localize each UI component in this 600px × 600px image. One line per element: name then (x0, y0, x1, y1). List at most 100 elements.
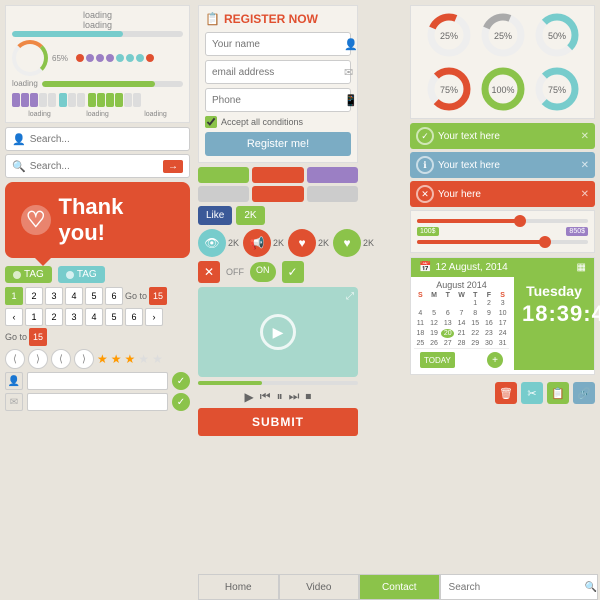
tag-2-wrap[interactable]: TAG (58, 266, 105, 283)
accept-checkbox[interactable] (205, 116, 217, 128)
page2-1[interactable]: 1 (25, 308, 43, 326)
star-4[interactable]: ★ (138, 352, 149, 366)
email-field[interactable]: ✉ (205, 60, 351, 84)
expand-icon[interactable]: ⤢ (346, 291, 354, 302)
delete-icon[interactable]: 🗑 (495, 382, 517, 404)
cal-day-7[interactable]: 7 (455, 309, 468, 318)
cal-day-3[interactable]: 3 (496, 299, 509, 308)
page-5[interactable]: 5 (85, 287, 103, 305)
check-2[interactable]: ✓ (172, 393, 190, 411)
name-input[interactable] (212, 39, 344, 50)
cut-icon[interactable]: ✂ (521, 382, 543, 404)
page2-3[interactable]: 3 (65, 308, 83, 326)
cal-day-24[interactable]: 24 (496, 329, 509, 338)
cal-day-5[interactable]: 5 (428, 309, 441, 318)
cal-day-19[interactable]: 19 (428, 329, 441, 338)
search-box-2[interactable]: 🔍 → (5, 154, 190, 178)
cal-day-16[interactable]: 16 (483, 319, 496, 328)
page2-4[interactable]: 4 (85, 308, 103, 326)
cal-day-22[interactable]: 22 (469, 329, 482, 338)
cal-day-26[interactable]: 26 (428, 339, 441, 348)
prev-btn[interactable]: ‹ (5, 308, 23, 326)
star-1[interactable]: ★ (97, 352, 108, 366)
submit-button[interactable]: SUBMIT (198, 408, 358, 436)
stop-ctrl[interactable]: ⏹ (305, 389, 311, 404)
email-input[interactable] (212, 67, 344, 78)
cal-day-6[interactable]: 6 (441, 309, 454, 318)
register-button[interactable]: Register me! (205, 132, 351, 156)
search-arrow-btn[interactable]: → (163, 160, 183, 173)
page-4[interactable]: 4 (65, 287, 83, 305)
cal-day-29[interactable]: 29 (469, 339, 482, 348)
check-button[interactable]: ✓ (282, 261, 304, 283)
star-3[interactable]: ★ (125, 352, 136, 366)
cal-day-20[interactable]: 20 (441, 329, 454, 338)
btn-purple-1[interactable] (307, 167, 358, 183)
next-btn[interactable]: › (145, 308, 163, 326)
play-ctrl[interactable]: ▶ (245, 390, 254, 404)
mail-bar[interactable] (27, 393, 168, 411)
cal-day-17[interactable]: 17 (496, 319, 509, 328)
notif-close-3[interactable]: ✕ (581, 189, 589, 200)
nav-video[interactable]: Video (279, 574, 360, 600)
cal-day-25[interactable]: 25 (414, 339, 427, 348)
search-input-2[interactable] (30, 161, 163, 172)
page-6[interactable]: 6 (105, 287, 123, 305)
check-1[interactable]: ✓ (172, 372, 190, 390)
page2-2[interactable]: 2 (45, 308, 63, 326)
notif-close-1[interactable]: ✕ (581, 131, 589, 142)
notif-close-2[interactable]: ✕ (581, 160, 589, 171)
cal-day-8[interactable]: 8 (469, 309, 482, 318)
phone-input[interactable] (212, 95, 344, 106)
star-2[interactable]: ★ (111, 352, 122, 366)
nav-contact[interactable]: Contact (359, 574, 440, 600)
cal-day-12[interactable]: 12 (428, 319, 441, 328)
toggle-switch[interactable]: ON (250, 262, 276, 282)
nav-search[interactable]: 🔍 (440, 574, 598, 600)
cal-day-1[interactable]: 1 (469, 299, 482, 308)
slider-track-2[interactable] (417, 240, 588, 244)
link-icon[interactable]: 🔗 (573, 382, 595, 404)
cal-day-18[interactable]: 18 (414, 329, 427, 338)
page-1[interactable]: 1 (5, 287, 23, 305)
cal-day-13[interactable]: 13 (441, 319, 454, 328)
cal-day-30[interactable]: 30 (483, 339, 496, 348)
page2-5[interactable]: 5 (105, 308, 123, 326)
cal-day-11[interactable]: 11 (414, 319, 427, 328)
pause-ctrl[interactable]: ⏸ (277, 389, 283, 404)
btn-green-1[interactable] (198, 167, 249, 183)
cal-day-21[interactable]: 21 (455, 329, 468, 338)
page-3[interactable]: 3 (45, 287, 63, 305)
rewind-ctrl[interactable]: ⏮ (260, 389, 271, 404)
nav-btn-2[interactable]: ⟩ (28, 349, 48, 369)
cal-day-10[interactable]: 10 (496, 309, 509, 318)
cal-day-28[interactable]: 28 (455, 339, 468, 348)
page-current-1[interactable]: 15 (149, 287, 167, 305)
slider-thumb-2[interactable] (539, 236, 551, 248)
page-2[interactable]: 2 (25, 287, 43, 305)
btn-gray-2[interactable] (307, 186, 358, 202)
cross-button[interactable]: ✕ (198, 261, 220, 283)
name-field[interactable]: 👤 (205, 32, 351, 56)
phone-field[interactable]: 📱 (205, 88, 351, 112)
star-5[interactable]: ★ (152, 352, 163, 366)
speaker-icon[interactable]: 📢 (243, 229, 271, 257)
video-progress-bar[interactable] (198, 381, 358, 385)
page-current-2[interactable]: 15 (29, 328, 47, 346)
play-button[interactable]: ▶ (260, 314, 296, 350)
cal-day-31[interactable]: 31 (496, 339, 509, 348)
nav-btn-4[interactable]: ⟩ (74, 349, 94, 369)
today-button[interactable]: TODAY (420, 352, 455, 368)
toggle-on[interactable]: ON (250, 262, 276, 282)
nav-search-input[interactable] (449, 582, 581, 593)
copy-icon[interactable]: 📋 (547, 382, 569, 404)
forward-ctrl[interactable]: ⏭ (289, 389, 300, 404)
like-icon[interactable]: ♥ (333, 229, 361, 257)
heart-icon-social[interactable]: ♥ (288, 229, 316, 257)
page2-6[interactable]: 6 (125, 308, 143, 326)
cal-day-14[interactable]: 14 (455, 319, 468, 328)
nav-btn-1[interactable]: ⟨ (5, 349, 25, 369)
like-button[interactable]: Like (198, 206, 232, 225)
user-bar[interactable] (27, 372, 168, 390)
cal-day-2[interactable]: 2 (483, 299, 496, 308)
